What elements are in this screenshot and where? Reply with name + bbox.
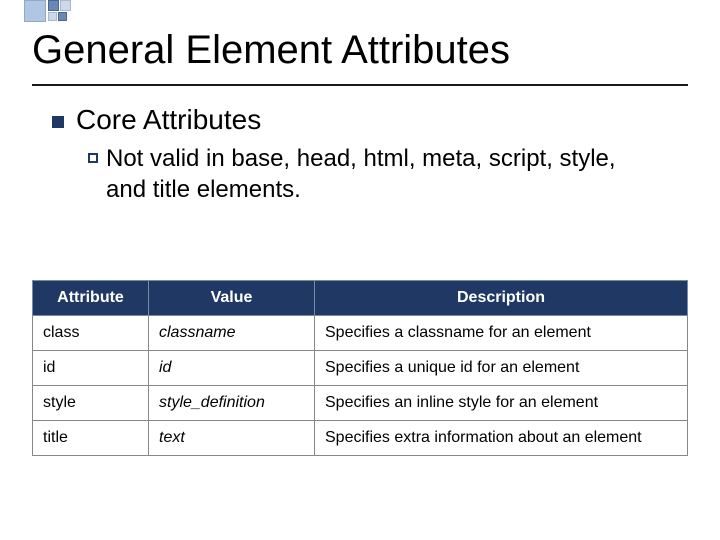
square-bullet-icon: [52, 116, 64, 128]
section-note: Not valid in base, head, html, meta, scr…: [106, 144, 648, 205]
table-row: id id Specifies a unique id for an eleme…: [33, 351, 688, 386]
slide-title: General Element Attributes: [32, 28, 510, 73]
section-heading: Core Attributes: [76, 104, 261, 136]
cell-value: style_definition: [149, 386, 315, 421]
cell-description: Specifies a unique id for an element: [315, 351, 688, 386]
cell-description: Specifies a classname for an element: [315, 316, 688, 351]
table-row: style style_definition Specifies an inli…: [33, 386, 688, 421]
cell-description: Specifies an inline style for an element: [315, 386, 688, 421]
attributes-table-wrap: Attribute Value Description class classn…: [32, 280, 688, 456]
corner-decoration: [24, 0, 71, 22]
col-header-attribute: Attribute: [33, 281, 149, 316]
slide: General Element Attributes Core Attribut…: [0, 0, 720, 540]
table-row: class classname Specifies a classname fo…: [33, 316, 688, 351]
table-header-row: Attribute Value Description: [33, 281, 688, 316]
cell-attribute: title: [33, 421, 149, 456]
col-header-value: Value: [149, 281, 315, 316]
cell-value: id: [149, 351, 315, 386]
cell-attribute: id: [33, 351, 149, 386]
bullet-level-1: Core Attributes: [52, 104, 684, 136]
col-header-description: Description: [315, 281, 688, 316]
cell-value: classname: [149, 316, 315, 351]
table-row: title text Specifies extra information a…: [33, 421, 688, 456]
bullet-level-2: Not valid in base, head, html, meta, scr…: [88, 144, 648, 205]
cell-attribute: class: [33, 316, 149, 351]
slide-body: Core Attributes Not valid in base, head,…: [52, 104, 684, 205]
attributes-table: Attribute Value Description class classn…: [32, 280, 688, 456]
title-rule: [32, 84, 688, 86]
cell-description: Specifies extra information about an ele…: [315, 421, 688, 456]
cell-attribute: style: [33, 386, 149, 421]
cell-value: text: [149, 421, 315, 456]
hollow-square-bullet-icon: [88, 153, 98, 163]
